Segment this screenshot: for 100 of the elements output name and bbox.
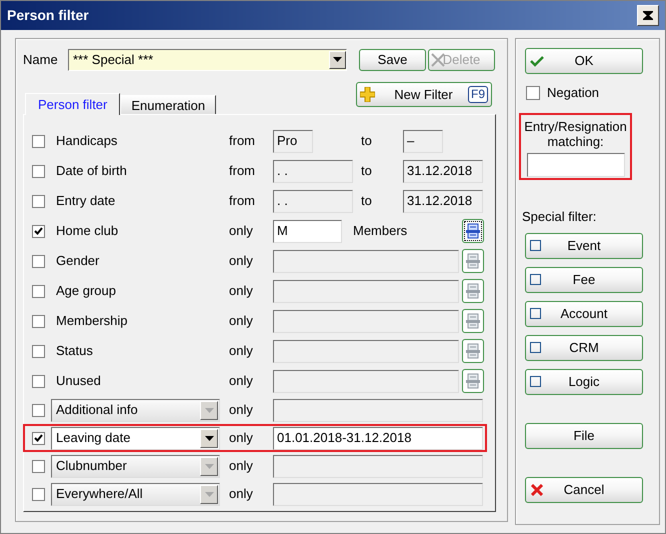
input-field[interactable]: 01.01.2018-31.12.2018 [273, 426, 483, 450]
caret-icon [204, 492, 214, 496]
caret-icon [333, 57, 342, 62]
window-title: Person filter [7, 6, 89, 25]
filter-dropdown[interactable]: Clubnumber [51, 454, 220, 478]
operator-label: from [229, 192, 255, 210]
special-filter-button[interactable]: Fee [525, 266, 643, 292]
input-field[interactable]: 31.12.2018 [403, 190, 483, 212]
members-label: Members [353, 222, 408, 240]
special-filter-button[interactable]: Event [525, 232, 643, 258]
checkbox[interactable] [32, 432, 45, 444]
list-icon [466, 313, 480, 329]
filter-label: Home club [56, 222, 118, 240]
list-icon [466, 253, 480, 269]
input-field[interactable] [273, 280, 459, 302]
input-field[interactable] [273, 454, 483, 478]
filter-label: Unused [56, 372, 101, 390]
name-dropdown[interactable]: *** Special *** [68, 48, 347, 70]
list-icon [466, 373, 480, 389]
to-label: to [361, 192, 372, 210]
checkbox[interactable] [32, 314, 45, 328]
negation-label: Negation [547, 84, 600, 102]
input-field[interactable] [526, 153, 624, 177]
input-field[interactable]: . . [273, 160, 353, 182]
filter-label: Date of birth [56, 162, 127, 180]
checkbox[interactable] [32, 284, 45, 298]
dropdown-value: Everywhere/All [56, 485, 143, 504]
caret-icon [204, 408, 214, 412]
input-field[interactable] [273, 398, 483, 422]
checkbox[interactable] [32, 134, 45, 148]
input-field[interactable]: Pro [273, 130, 313, 152]
operator-label: only [229, 342, 253, 360]
filter-dropdown[interactable]: Leaving date [51, 426, 220, 450]
list-icon [466, 343, 480, 359]
input-field[interactable] [273, 250, 459, 272]
input-field[interactable] [273, 482, 483, 506]
cross-icon [531, 484, 543, 496]
dropdown-value: Leaving date [56, 429, 130, 448]
input-field[interactable]: – [403, 130, 443, 152]
checkbox[interactable] [32, 488, 45, 500]
operator-label: from [229, 162, 255, 180]
special-filter-button[interactable]: Logic [525, 368, 643, 394]
name-label: Name [23, 50, 59, 69]
checkbox[interactable] [32, 344, 45, 358]
plus-icon [360, 87, 375, 102]
input-field[interactable] [273, 310, 459, 332]
operator-label: only [229, 485, 253, 504]
caret-icon [204, 464, 214, 468]
operator-label: only [229, 401, 253, 420]
filter-label: Entry date [56, 192, 116, 210]
operator-label: from [229, 132, 255, 150]
filter-dropdown[interactable]: Everywhere/All [51, 482, 220, 506]
input-field[interactable]: . . [273, 190, 353, 212]
dropdown-value: Clubnumber [56, 457, 127, 476]
file-button[interactable]: File [525, 422, 643, 448]
to-label: to [361, 132, 372, 150]
operator-label: only [229, 429, 253, 448]
operator-label: only [229, 457, 253, 476]
checkbox[interactable] [32, 224, 45, 238]
checkbox[interactable] [526, 86, 540, 100]
special-filter-button[interactable]: CRM [525, 334, 643, 360]
new-filter-button[interactable]: New Filter F9 [356, 82, 492, 107]
cross-icon [431, 52, 445, 66]
checkbox[interactable] [32, 194, 45, 208]
filter-label: Status [56, 342, 93, 360]
cancel-button[interactable]: Cancel [525, 476, 643, 502]
input-field[interactable]: M [273, 220, 342, 242]
checkbox[interactable] [32, 254, 45, 268]
caret-icon [204, 436, 214, 440]
operator-label: only [229, 282, 253, 300]
input-field[interactable]: 31.12.2018 [403, 160, 483, 182]
filter-label: Gender [56, 252, 100, 270]
input-field[interactable] [273, 340, 459, 362]
checkbox[interactable] [32, 460, 45, 472]
shortcut-badge: F9 [468, 86, 488, 103]
special-filter-button[interactable]: Account [525, 300, 643, 326]
entry-resignation-label: Entry/Resignation matching: [523, 119, 628, 149]
checkbox[interactable] [32, 164, 45, 178]
filter-label: Age group [56, 282, 116, 300]
tab[interactable]: Person filter [25, 93, 120, 115]
list-icon [466, 283, 480, 299]
filter-label: Handicaps [56, 132, 118, 150]
ok-button[interactable]: OK [525, 48, 643, 74]
dropdown-value: Additional info [56, 401, 138, 420]
checkbox[interactable] [32, 404, 45, 416]
special-filter-label: Special filter: [522, 208, 598, 226]
filter-label: Membership [56, 312, 128, 330]
operator-label: only [229, 312, 253, 330]
operator-label: only [229, 222, 253, 240]
check-icon [530, 56, 544, 66]
operator-label: only [229, 252, 253, 270]
operator-label: only [229, 372, 253, 390]
filter-dropdown[interactable]: Additional info [51, 398, 220, 422]
input-field[interactable] [273, 370, 459, 392]
save-button[interactable]: Save [359, 48, 426, 70]
tab[interactable]: Enumeration [120, 95, 216, 114]
list-icon [466, 223, 480, 239]
close-button[interactable] [637, 5, 659, 26]
checkbox[interactable] [32, 374, 45, 388]
list-button[interactable] [462, 219, 484, 243]
